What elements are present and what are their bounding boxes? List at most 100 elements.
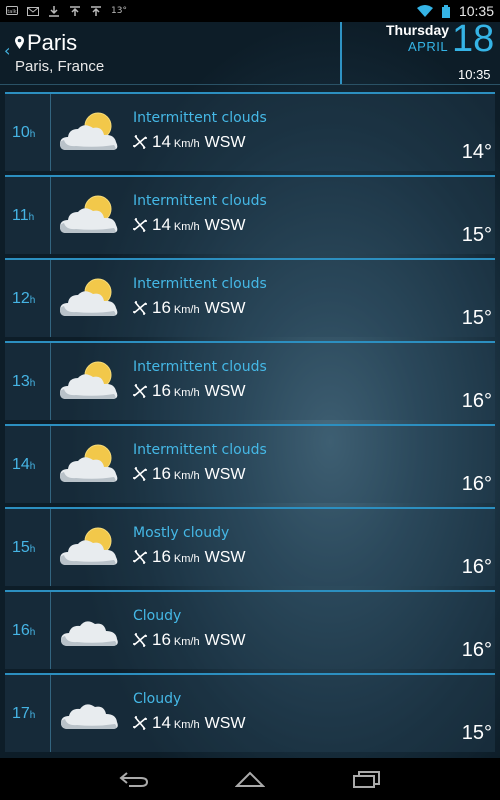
partly-cloudy-icon	[56, 108, 128, 158]
temperature: 14°	[461, 141, 492, 163]
wind-speed: 14	[152, 215, 171, 234]
row-divider	[50, 592, 51, 669]
wifi-icon	[416, 5, 433, 17]
wind-speed: 16	[152, 547, 171, 566]
wind-info: 16 Km/h WSW	[133, 464, 245, 484]
wind-unit: Km/h	[173, 221, 200, 233]
wind-speed: 16	[152, 298, 171, 317]
wind-unit: Km/h	[173, 387, 200, 399]
wind-icon	[133, 301, 147, 315]
wind-icon	[133, 716, 147, 730]
status-bar-system: 10:35	[416, 3, 494, 19]
row-divider	[50, 260, 51, 337]
hour-label: 10h	[12, 124, 35, 142]
month-label: APRIL	[408, 39, 449, 54]
home-icon	[235, 771, 265, 787]
forecast-row-14[interactable]: 14h Intermittent clouds 16 Km/h WSW 16°	[0, 424, 500, 507]
partly-cloudy-icon	[56, 357, 128, 407]
forecast-row-12[interactable]: 12h Intermittent clouds 16 Km/h WSW 15°	[0, 258, 500, 341]
wind-info: 16 Km/h WSW	[133, 298, 245, 318]
back-button[interactable]	[116, 767, 152, 791]
download-icon	[49, 5, 59, 17]
hour-suffix: h	[29, 129, 36, 140]
wind-direction: WSW	[204, 466, 246, 483]
wind-direction: WSW	[204, 549, 246, 566]
wind-direction: WSW	[204, 134, 246, 151]
wind-speed: 16	[152, 381, 171, 400]
condition-text: Intermittent clouds	[133, 442, 267, 458]
condition-text: Mostly cloudy	[133, 525, 230, 541]
wind-icon	[133, 135, 147, 149]
forecast-row-16[interactable]: 16h Cloudy 16 Km/h WSW 16°	[0, 590, 500, 673]
hour-label: 15h	[12, 539, 35, 557]
hour-suffix: h	[29, 627, 36, 638]
temperature: 15°	[461, 307, 492, 329]
wind-unit: Km/h	[173, 304, 200, 316]
wind-info: 14 Km/h WSW	[133, 132, 245, 152]
status-bar: talk 13° 10:35	[0, 0, 500, 22]
hour-label: 16h	[12, 622, 35, 640]
hour-value: 13	[12, 373, 30, 390]
hour-label: 14h	[12, 456, 35, 474]
partly-cloudy-icon	[56, 440, 128, 490]
wind-direction: WSW	[204, 383, 246, 400]
hour-value: 12	[12, 290, 30, 307]
temperature: 15°	[461, 224, 492, 246]
temperature: 16°	[461, 639, 492, 661]
partly-cloudy-icon	[56, 274, 128, 324]
day-number: 18	[452, 18, 495, 60]
condition-text: Cloudy	[133, 691, 182, 707]
condition-text: Intermittent clouds	[133, 110, 267, 126]
battery-icon	[441, 4, 450, 18]
hour-label: 17h	[12, 705, 35, 723]
header-bottom-line	[0, 84, 500, 85]
hour-value: 17	[12, 705, 30, 722]
row-divider	[50, 343, 51, 420]
wind-info: 14 Km/h WSW	[133, 215, 245, 235]
status-bar-notifications: talk 13°	[6, 5, 127, 17]
talk-icon: talk	[6, 5, 18, 15]
hour-value: 14	[12, 456, 30, 473]
row-divider	[50, 509, 51, 586]
mail-icon	[27, 6, 39, 16]
wind-info: 16 Km/h WSW	[133, 381, 245, 401]
row-divider	[50, 177, 51, 254]
wind-direction: WSW	[204, 715, 246, 732]
wind-icon	[133, 633, 147, 647]
upload-icon	[70, 5, 80, 16]
day-name: Thursday	[386, 22, 450, 38]
partly-cloudy-icon	[56, 191, 128, 241]
forecast-row-17[interactable]: 17h Cloudy 14 Km/h WSW 15°	[0, 673, 500, 756]
wind-info: 16 Km/h WSW	[133, 630, 245, 650]
forecast-row-15[interactable]: 15h Mostly cloudy 16 Km/h WSW 16°	[0, 507, 500, 590]
wind-speed: 14	[152, 713, 171, 732]
row-divider	[50, 426, 51, 503]
status-time: 10:35	[458, 3, 494, 19]
wind-speed: 16	[152, 630, 171, 649]
chevron-left-icon[interactable]: ‹	[4, 43, 14, 59]
main-content: ‹ Paris Paris, France Thursday APRIL 18 …	[0, 18, 500, 758]
hour-value: 11	[12, 207, 29, 224]
recents-button[interactable]	[348, 767, 384, 791]
row-divider	[50, 94, 51, 171]
wind-icon	[133, 550, 147, 564]
header-time: 10:35	[458, 67, 491, 82]
city-name[interactable]: Paris	[27, 30, 77, 56]
wind-speed: 14	[152, 132, 171, 151]
cloud-icon	[56, 606, 128, 656]
hour-suffix: h	[28, 212, 35, 223]
hour-label: 12h	[12, 290, 35, 308]
home-button[interactable]	[232, 767, 268, 791]
upload-icon	[91, 5, 101, 16]
condition-text: Cloudy	[133, 608, 182, 624]
forecast-row-13[interactable]: 13h Intermittent clouds 16 Km/h WSW 16°	[0, 341, 500, 424]
wind-speed: 16	[152, 464, 171, 483]
hour-value: 15	[12, 539, 30, 556]
hour-suffix: h	[29, 295, 36, 306]
location-header: ‹ Paris Paris, France Thursday APRIL 18 …	[0, 18, 500, 86]
recents-icon	[353, 771, 380, 788]
forecast-row-10[interactable]: 10h Intermittent clouds 14 Km/h WSW 14°	[0, 92, 500, 175]
city-subtitle: Paris, France	[15, 58, 105, 75]
forecast-row-11[interactable]: 11h Intermittent clouds 14 Km/h WSW 15°	[0, 175, 500, 258]
wind-unit: Km/h	[173, 636, 200, 648]
